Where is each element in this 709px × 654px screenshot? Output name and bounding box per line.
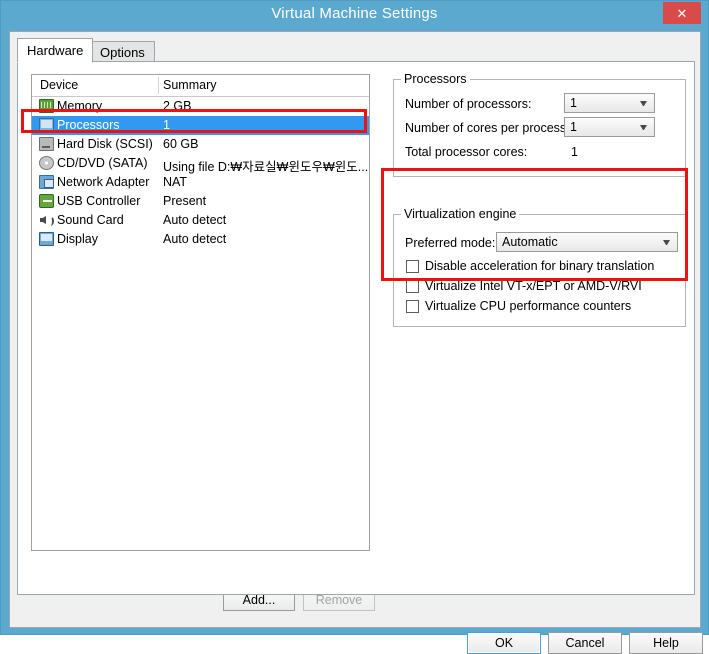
window-title: Virtual Machine Settings (271, 5, 438, 22)
device-summary: NAT (163, 175, 188, 189)
device-name: Hard Disk (SCSI) (57, 137, 153, 151)
dialog-client-area: Hardware Options Device Summary Memory 2… (9, 31, 703, 654)
sound-icon (39, 213, 54, 227)
device-name: Display (57, 232, 98, 246)
tab-strip: Hardware Options (17, 38, 695, 63)
chevron-down-icon (640, 101, 647, 106)
device-name: Sound Card (57, 213, 124, 227)
device-name: CD/DVD (SATA) (57, 156, 148, 170)
cores-per-processor-value: 1 (570, 120, 577, 134)
device-summary: Auto detect (163, 232, 227, 246)
harddisk-icon (39, 137, 54, 151)
cores-per-processor-select[interactable]: 1 (564, 117, 655, 137)
processors-group: Processors Number of processors: 1 Numbe… (393, 72, 686, 177)
device-summary: 1 (163, 118, 170, 132)
ok-button[interactable]: OK (467, 632, 541, 654)
number-of-processors-select[interactable]: 1 (564, 93, 655, 113)
table-row[interactable]: Processors 1 (32, 116, 369, 135)
device-name: Network Adapter (57, 175, 150, 189)
table-row[interactable]: Network Adapter NAT (32, 173, 369, 192)
preferred-mode-select[interactable]: Automatic (496, 232, 678, 252)
table-row[interactable]: CD/DVD (SATA) Using file D:₩자료실₩윈도우₩윈도..… (32, 154, 369, 174)
column-header-device[interactable]: Device (40, 78, 78, 92)
total-processor-cores-label: Total processor cores: (405, 145, 528, 159)
device-list-rows: Memory 2 GB Processors 1 Hard Disk (SCSI… (32, 97, 369, 249)
device-name: Memory (57, 99, 103, 113)
title-bar: Virtual Machine Settings ✕ (1, 1, 708, 31)
number-of-processors-label: Number of processors: (405, 97, 532, 111)
cores-per-processor-label: Number of cores per processor: (405, 121, 581, 135)
checkbox-label: Virtualize CPU performance counters (425, 299, 632, 313)
tab-options-label: Options (100, 44, 145, 60)
chevron-down-icon (663, 240, 670, 245)
checkbox-label: Disable acceleration for binary translat… (425, 259, 655, 273)
tab-options[interactable]: Options (90, 41, 155, 63)
chevron-down-icon (640, 125, 647, 130)
table-row[interactable]: Sound Card Auto detect (32, 211, 369, 230)
hardware-tab-page: Device Summary Memory 2 GB Processors 1 (17, 61, 695, 595)
number-of-processors-value: 1 (570, 96, 577, 110)
total-processor-cores-value: 1 (571, 145, 578, 159)
column-divider (158, 77, 159, 94)
device-list[interactable]: Device Summary Memory 2 GB Processors 1 (31, 74, 370, 551)
memory-icon (39, 99, 54, 113)
preferred-mode-label: Preferred mode: (405, 236, 496, 250)
device-summary: Present (163, 194, 207, 208)
processors-group-legend: Processors (401, 72, 470, 86)
display-icon (39, 232, 54, 246)
device-summary: 60 GB (163, 137, 199, 151)
network-icon (39, 175, 54, 189)
virtualize-cpu-counters-checkbox[interactable]: Virtualize CPU performance counters (406, 298, 676, 316)
virtualize-vtx-checkbox[interactable]: Virtualize Intel VT-x/EPT or AMD-V/RVI (406, 278, 676, 296)
virtual-machine-settings-window: Virtual Machine Settings ✕ Hardware Opti… (0, 0, 709, 654)
help-button[interactable]: Help (629, 632, 703, 654)
checkbox-label: Virtualize Intel VT-x/EPT or AMD-V/RVI (425, 279, 642, 293)
preferred-mode-value: Automatic (502, 235, 558, 249)
usb-icon (39, 194, 54, 208)
disable-acceleration-checkbox[interactable]: Disable acceleration for binary translat… (406, 258, 676, 276)
device-name: USB Controller (57, 194, 141, 208)
table-row[interactable]: Display Auto detect (32, 230, 369, 249)
virtualization-engine-group: Virtualization engine Preferred mode: Au… (393, 207, 686, 327)
checkbox-box (406, 260, 419, 273)
device-list-header: Device Summary (32, 75, 369, 97)
tab-hardware-label: Hardware (27, 43, 84, 58)
close-icon[interactable]: ✕ (663, 2, 701, 24)
virtualization-engine-legend: Virtualization engine (401, 207, 520, 221)
table-row[interactable]: Memory 2 GB (32, 97, 369, 116)
cancel-button[interactable]: Cancel (548, 632, 622, 654)
table-row[interactable]: Hard Disk (SCSI) 60 GB (32, 135, 369, 154)
cd-dvd-icon (39, 156, 54, 170)
device-name: Processors (57, 118, 120, 132)
checkbox-box (406, 300, 419, 313)
device-summary: Auto detect (163, 213, 227, 227)
checkbox-box (406, 280, 419, 293)
processor-icon (39, 118, 54, 132)
device-summary: 2 GB (163, 99, 192, 113)
tab-hardware[interactable]: Hardware (17, 38, 94, 63)
column-header-summary[interactable]: Summary (163, 78, 216, 92)
table-row[interactable]: USB Controller Present (32, 192, 369, 211)
